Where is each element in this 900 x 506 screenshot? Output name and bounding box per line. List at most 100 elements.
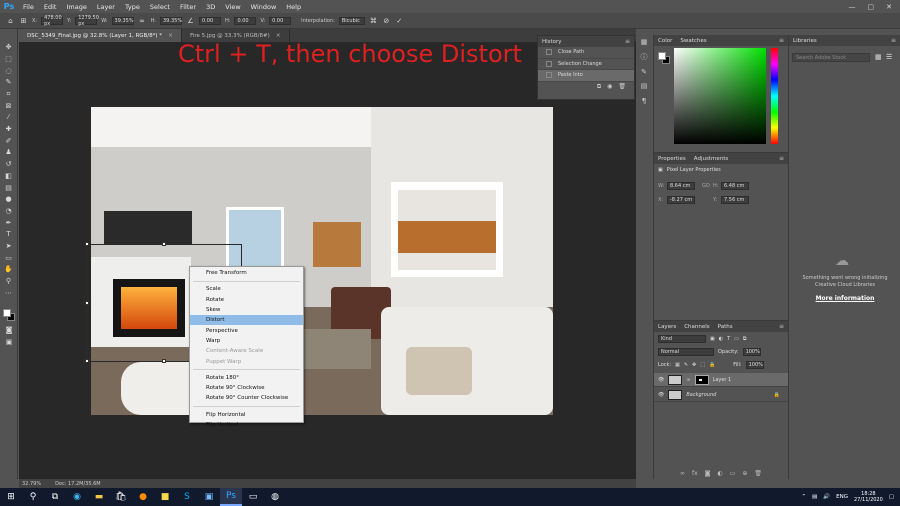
info-panel-icon[interactable]: ⓘ [640, 53, 649, 62]
menu-type[interactable]: Type [120, 3, 145, 11]
home-icon[interactable]: ⌂ [6, 17, 15, 25]
tab-color[interactable]: Color [658, 38, 672, 44]
menu-window[interactable]: Window [246, 3, 282, 11]
fill-field[interactable]: 100% [745, 361, 764, 369]
menu-edit[interactable]: Edit [39, 3, 62, 11]
tab-paths[interactable]: Paths [718, 324, 733, 330]
angle-field[interactable]: 0.00 [199, 16, 221, 25]
language-indicator[interactable]: ENG [836, 494, 848, 500]
layer-kind-filter[interactable]: Kind [658, 335, 706, 343]
lock-position-icon[interactable]: ✥ [692, 362, 696, 368]
history-tab[interactable]: History [542, 39, 562, 45]
maximize-button[interactable]: ▢ [868, 3, 875, 11]
layer-row-background[interactable]: 👁 Background 🔒 [654, 388, 788, 402]
foreground-color-swatch[interactable] [3, 309, 11, 317]
transform-handle[interactable] [85, 242, 89, 246]
transform-handle[interactable] [85, 359, 89, 363]
move-tool-icon[interactable]: ✥ [3, 43, 15, 53]
link-layers-icon[interactable]: ∞ [680, 470, 685, 477]
network-icon[interactable]: ▤ [812, 494, 817, 500]
foreground-color-swatch[interactable] [658, 52, 666, 60]
cancel-icon[interactable]: ⊘ [382, 17, 391, 25]
app-icon[interactable]: ▭ [242, 488, 264, 506]
panel-menu-icon[interactable]: ≡ [779, 155, 788, 162]
tab-layers[interactable]: Layers [658, 324, 676, 330]
photoshop-taskbar-icon[interactable]: Ps [220, 488, 242, 506]
search-icon[interactable]: ⚲ [22, 488, 44, 506]
new-layer-icon[interactable]: ⊕ [742, 470, 747, 477]
frame-tool-icon[interactable]: ⊠ [3, 101, 15, 111]
vskew-field[interactable]: 0.00 [269, 16, 292, 25]
menu-item-rotate-90-ccw[interactable]: Rotate 90° Counter Clockwise [190, 393, 303, 403]
clone-stamp-tool-icon[interactable]: ♟ [3, 148, 15, 158]
tab-dsc5349[interactable]: DSC_5349_Final.jpg @ 32.8% (Layer 1, RGB… [19, 29, 183, 42]
y-field[interactable]: 1279.50 px [75, 15, 99, 27]
transform-handle[interactable] [162, 242, 166, 246]
store-icon[interactable]: 🛍 [110, 488, 132, 506]
quick-select-tool-icon[interactable]: ✎ [3, 78, 15, 88]
edge-browser-icon[interactable]: ◉ [66, 488, 88, 506]
menu-help[interactable]: Help [281, 3, 306, 11]
new-document-from-state-icon[interactable]: ⧉ [597, 83, 601, 91]
minimize-button[interactable]: — [849, 3, 856, 11]
history-brush-tool-icon[interactable]: ↺ [3, 160, 15, 170]
crop-tool-icon[interactable]: ⌗ [3, 90, 15, 100]
menu-item-rotate-90-cw[interactable]: Rotate 90° Clockwise [190, 383, 303, 393]
y-field[interactable]: 7.56 cm [721, 196, 749, 204]
adjustment-layer-icon[interactable]: ◐ [717, 470, 722, 477]
pen-tool-icon[interactable]: ✒ [3, 218, 15, 228]
height-field[interactable]: 39.35% [160, 16, 182, 25]
panel-menu-icon[interactable]: ≡ [891, 37, 900, 44]
hskew-field[interactable]: 0.00 [234, 16, 257, 25]
menu-layer[interactable]: Layer [92, 3, 120, 11]
zoom-level[interactable]: 32.79% [22, 481, 41, 487]
type-tool-icon[interactable]: T [3, 230, 15, 240]
tray-chevron-icon[interactable]: ⌃ [801, 494, 806, 500]
close-tab-icon[interactable]: × [276, 32, 281, 39]
menu-item-rotate-180[interactable]: Rotate 180° [190, 373, 303, 383]
brush-tool-icon[interactable]: ✐ [3, 137, 15, 147]
notifications-icon[interactable]: ▢ [889, 494, 894, 500]
app-icon[interactable]: ◍ [264, 488, 286, 506]
document-size[interactable]: Doc: 17.2M/35.6M [55, 481, 101, 487]
history-item-paste-into[interactable]: Paste Into [538, 70, 634, 82]
menu-item-free-transform[interactable]: Free Transform [190, 268, 303, 278]
layer-row-layer1[interactable]: 👁 ∞ Layer 1 [654, 373, 788, 387]
eraser-tool-icon[interactable]: ◧ [3, 172, 15, 182]
width-field[interactable]: 8.64 cm [667, 182, 695, 190]
menu-item-flip-vertical[interactable]: Flip Vertical [190, 420, 303, 430]
history-item-close-path[interactable]: Close Path [538, 47, 634, 59]
lock-artboard-icon[interactable]: ⬚ [700, 362, 705, 368]
windows-start-icon[interactable]: ⊞ [0, 488, 22, 506]
menu-item-rotate[interactable]: Rotate [190, 295, 303, 305]
height-field[interactable]: 6.48 cm [721, 182, 749, 190]
tab-channels[interactable]: Channels [684, 324, 709, 330]
hand-tool-icon[interactable]: ✋ [3, 265, 15, 275]
path-select-tool-icon[interactable]: ➤ [3, 242, 15, 252]
menu-filter[interactable]: Filter [175, 3, 201, 11]
interpolation-select[interactable]: Bicubic [338, 16, 365, 25]
brush-panel-icon[interactable]: ✎ [640, 68, 649, 77]
panel-menu-icon[interactable]: ≡ [779, 323, 788, 330]
skype-icon[interactable]: S [176, 488, 198, 506]
dodge-tool-icon[interactable]: ◔ [3, 207, 15, 217]
clock[interactable]: 18:28 27/11/2020 [854, 491, 883, 504]
transform-handle[interactable] [162, 359, 166, 363]
menu-item-flip-horizontal[interactable]: Flip Horizontal [190, 410, 303, 420]
healing-brush-tool-icon[interactable]: ✚ [3, 125, 15, 135]
filter-smart-icon[interactable]: ⧉ [743, 336, 747, 342]
tab-properties[interactable]: Properties [658, 156, 686, 162]
task-view-icon[interactable]: ⧉ [44, 488, 66, 506]
color-picker-field[interactable] [674, 48, 766, 144]
file-explorer-icon[interactable]: ▬ [88, 488, 110, 506]
filter-adjustment-icon[interactable]: ◐ [719, 336, 723, 342]
add-mask-icon[interactable]: ◙ [705, 470, 711, 477]
trash-icon[interactable]: 🗑 [618, 83, 626, 90]
menu-image[interactable]: Image [61, 3, 91, 11]
lock-transparency-icon[interactable]: ▦ [675, 362, 680, 368]
close-tab-icon[interactable]: × [168, 32, 173, 39]
blend-mode-select[interactable]: Normal [658, 348, 714, 356]
panel-menu-icon[interactable]: ≡ [625, 38, 634, 45]
zoom-tool-icon[interactable]: ⚲ [3, 277, 15, 287]
menu-select[interactable]: Select [145, 3, 175, 11]
